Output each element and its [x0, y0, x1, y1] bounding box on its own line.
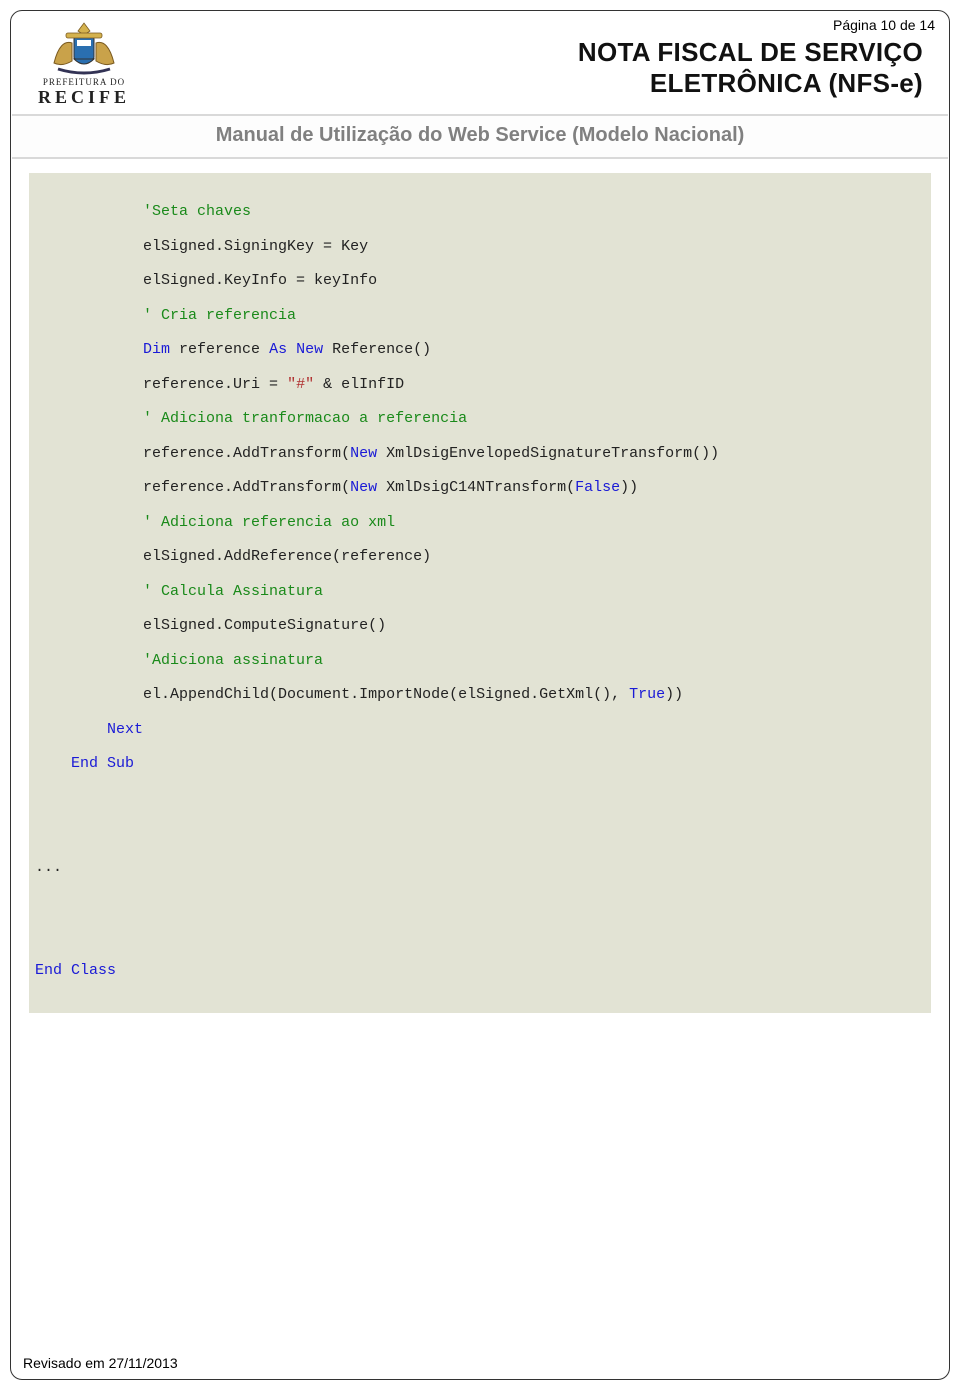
logo-block: PREFEITURA DO RECIFE — [29, 19, 139, 108]
code-text: )) — [620, 479, 638, 496]
logo-line2: RECIFE — [38, 87, 130, 108]
header: PREFEITURA DO RECIFE NOTA FISCAL DE SERV… — [11, 11, 949, 114]
code-line: elSigned.KeyInfo = keyInfo — [143, 272, 377, 289]
code-keyword: As — [269, 341, 287, 358]
code-comment: 'Adiciona assinatura — [143, 652, 323, 669]
code-keyword: New — [350, 479, 377, 496]
code-comment: ' Adiciona referencia ao xml — [143, 514, 395, 531]
recife-crest-icon — [44, 19, 124, 75]
code-comment: ' Calcula Assinatura — [143, 583, 323, 600]
subtitle-text: Manual de Utilização do Web Service (Mod… — [216, 124, 745, 146]
logo-line1: PREFEITURA DO — [38, 77, 130, 87]
code-comment: ' Cria referencia — [143, 307, 296, 324]
code-keyword: New — [350, 445, 377, 462]
page-number: Página 10 de 14 — [833, 17, 935, 33]
code-text: reference.AddTransform( — [143, 479, 350, 496]
code-text: reference.AddTransform( — [143, 445, 350, 462]
footer-revision: Revisado em 27/11/2013 — [23, 1355, 178, 1371]
page-frame: Página 10 de 14 PREFEITURA DO RECIFE NOT… — [10, 10, 950, 1380]
code-keyword: Sub — [107, 755, 134, 772]
code-keyword: Next — [107, 721, 143, 738]
title-block: NOTA FISCAL DE SERVIÇO ELETRÔNICA (NFS-e… — [139, 19, 931, 99]
code-line: elSigned.ComputeSignature() — [143, 617, 386, 634]
code-text: & elInfID — [314, 376, 404, 393]
title-line1: NOTA FISCAL DE SERVIÇO — [139, 37, 923, 68]
code-line: elSigned.AddReference(reference) — [143, 548, 431, 565]
code-comment: 'Seta chaves — [143, 203, 251, 220]
title-line2: ELETRÔNICA (NFS-e) — [139, 68, 923, 99]
code-keyword: End — [71, 755, 98, 772]
logo-text: PREFEITURA DO RECIFE — [38, 77, 130, 108]
code-block: 'Seta chaves elSigned.SigningKey = Key e… — [29, 173, 931, 1013]
code-text: el.AppendChild(Document.ImportNode(elSig… — [143, 686, 629, 703]
code-comment: ' Adiciona tranformacao a referencia — [143, 410, 467, 427]
subtitle-bar: Manual de Utilização do Web Service (Mod… — [12, 114, 948, 159]
code-keyword: True — [629, 686, 665, 703]
code-text: Reference() — [323, 341, 431, 358]
code-text: ... — [35, 859, 62, 876]
code-text: reference.Uri = — [143, 376, 287, 393]
code-keyword: False — [575, 479, 620, 496]
code-text: )) — [665, 686, 683, 703]
code-keyword: End — [35, 962, 62, 979]
code-text: reference — [170, 341, 269, 358]
code-text: XmlDsigEnvelopedSignatureTransform()) — [377, 445, 719, 462]
code-text — [98, 755, 107, 772]
code-keyword: Class — [71, 962, 116, 979]
code-line: elSigned.SigningKey = Key — [143, 238, 368, 255]
code-string: "#" — [287, 376, 314, 393]
code-text: XmlDsigC14NTransform( — [377, 479, 575, 496]
code-text — [62, 962, 71, 979]
code-text — [287, 341, 296, 358]
code-keyword: Dim — [143, 341, 170, 358]
code-keyword: New — [296, 341, 323, 358]
